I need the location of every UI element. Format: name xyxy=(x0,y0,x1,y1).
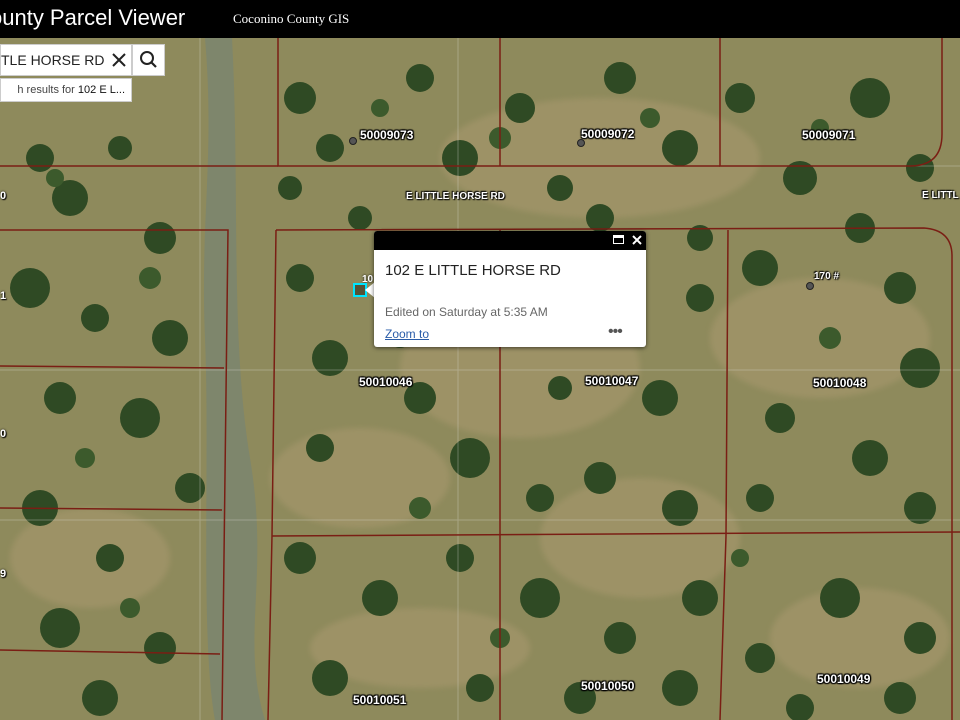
search-icon xyxy=(140,51,157,68)
parcel-label: 50010047 xyxy=(585,374,639,388)
road-label: E LITTL xyxy=(922,190,959,201)
more-options-icon[interactable]: ••• xyxy=(608,323,623,341)
search-results-suggestion[interactable]: h results for 102 E L... xyxy=(0,78,132,102)
parcel-label: 50010050 xyxy=(581,679,635,693)
address-point[interactable] xyxy=(349,137,357,145)
app-header: ounty Parcel Viewer Coconino County GIS xyxy=(0,0,960,38)
parcel-label: 50010046 xyxy=(359,375,413,389)
parcel-label-partial: 9 xyxy=(0,568,7,580)
close-icon[interactable] xyxy=(630,233,644,247)
search-button[interactable] xyxy=(132,44,165,76)
maximize-icon[interactable] xyxy=(613,235,624,244)
parcel-label: 50010048 xyxy=(813,376,867,390)
popup-edit-info: Edited on Saturday at 5:35 AM xyxy=(385,305,548,319)
parcel-label-partial: 0 xyxy=(0,428,7,440)
parcel-label: 50010051 xyxy=(353,693,407,707)
parcel-label: 50009073 xyxy=(360,128,414,142)
search-box xyxy=(0,44,132,76)
search-input[interactable] xyxy=(1,45,105,75)
popup-header-bar xyxy=(374,231,646,250)
search-results-prefix: h results for xyxy=(17,84,78,96)
parcel-label: 50009072 xyxy=(581,127,635,141)
parcel-label: 50010049 xyxy=(817,672,871,686)
address-point[interactable] xyxy=(806,282,814,290)
close-icon[interactable] xyxy=(109,50,129,70)
address-label: 170 # xyxy=(814,271,840,282)
zoom-to-link[interactable]: Zoom to xyxy=(385,327,429,341)
road-label: E LITTLE HORSE RD xyxy=(406,191,505,202)
popup-title: 102 E LITTLE HORSE RD xyxy=(385,262,561,279)
address-point[interactable] xyxy=(577,139,585,147)
parcel-label-partial: 0 xyxy=(0,190,7,202)
feature-popup: 102 E LITTLE HORSE RD Edited on Saturday… xyxy=(374,231,646,347)
map-view[interactable]: 50009073 50009072 50009071 50010046 5001… xyxy=(0,38,960,720)
search-results-query: 102 E L... xyxy=(77,84,125,96)
app-subtitle: Coconino County GIS xyxy=(233,11,350,26)
parcel-label-partial: 1 xyxy=(0,290,7,302)
app-title: ounty Parcel Viewer xyxy=(0,5,186,30)
parcel-label: 50009071 xyxy=(802,128,856,142)
